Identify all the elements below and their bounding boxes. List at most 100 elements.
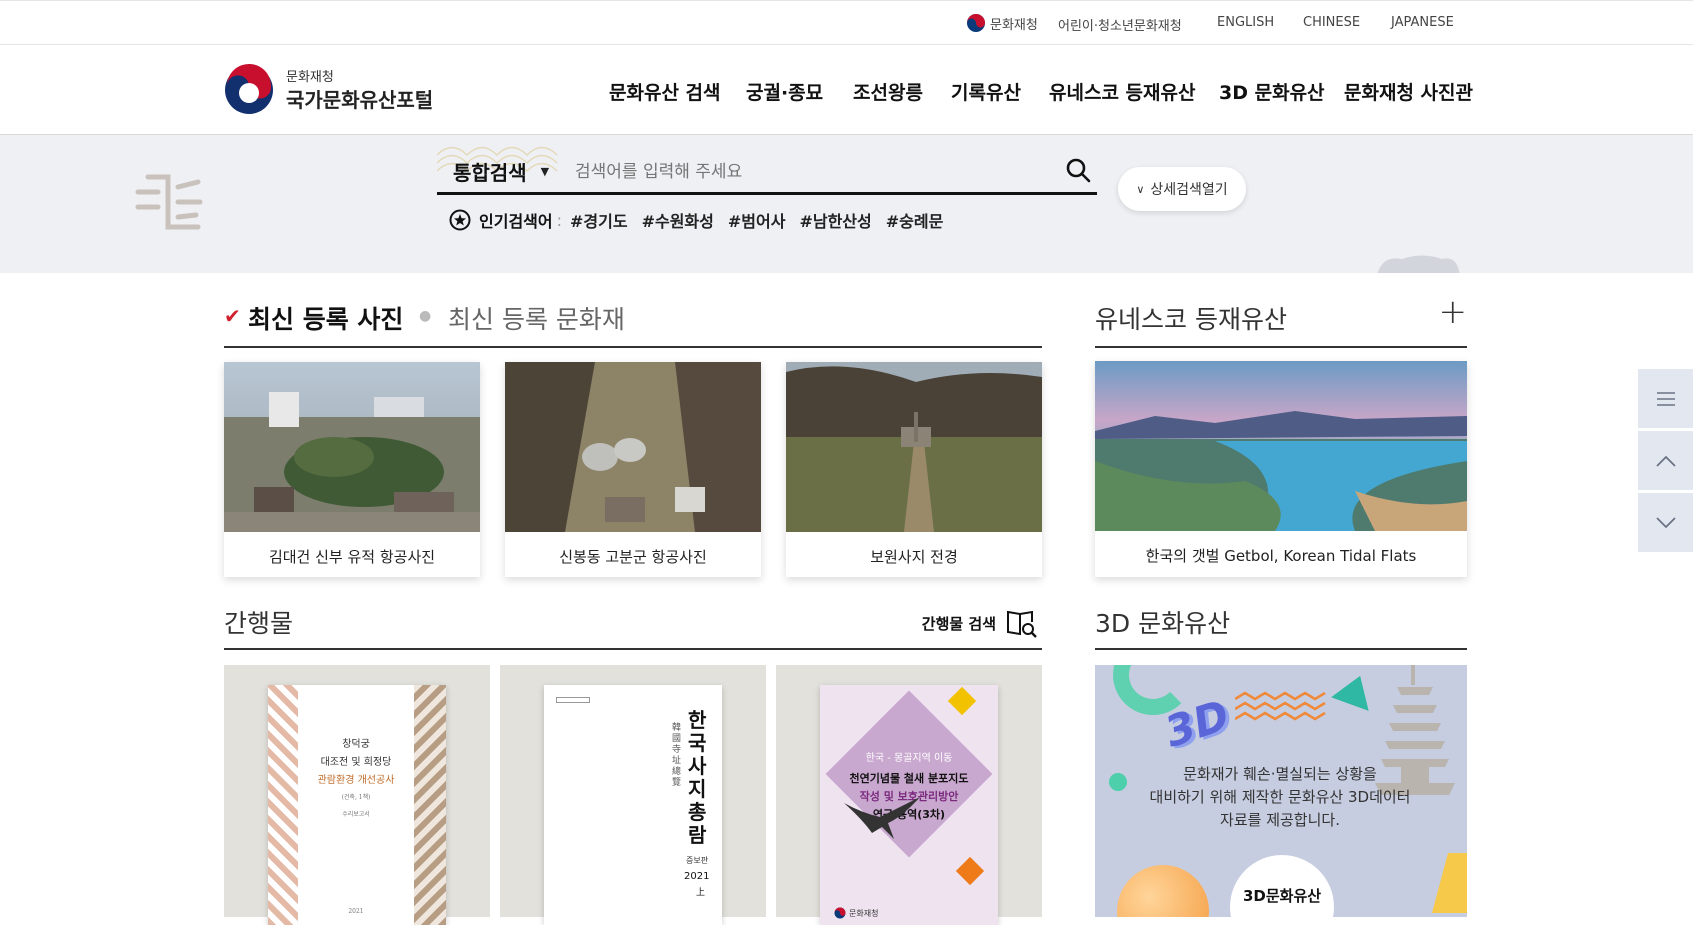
cover-title-line: 관람환경 개선공사 (317, 775, 395, 786)
cover-title-line: 대조전 및 희정당 (320, 757, 392, 768)
detail-search-label: 상세검색열기 (1150, 182, 1228, 198)
cover-title: 한국사지총람 (688, 708, 707, 847)
utility-bar: 문화재청 어린이·청소년문화재청 ENGLISH CHINESE JAPANES… (0, 0, 1693, 45)
cover-title-line: 창덕궁 (342, 739, 370, 750)
photo-temple-site (786, 362, 1042, 532)
deco-pattern-left (135, 174, 203, 230)
publications-title: 간행물 (224, 609, 294, 638)
scroll-bottom-button[interactable] (1638, 493, 1693, 553)
popular-tag[interactable]: #수원화성 (642, 208, 714, 232)
latest-tabs: ✔ 최신 등록 사진 ● 최신 등록 문화재 (224, 300, 1042, 348)
photo-card[interactable]: 신봉동 고분군 항공사진 (505, 362, 761, 577)
tab-latest-heritage[interactable]: 최신 등록 문화재 (448, 300, 625, 336)
unesco-card[interactable]: 한국의 갯벌 Getbol, Korean Tidal Flats (1095, 361, 1467, 577)
quick-menu (1638, 369, 1693, 555)
cover-year: 2021 (348, 908, 364, 915)
threed-title: 3D 문화유산 (1095, 609, 1231, 638)
popular-tag[interactable]: #남한산성 (799, 208, 871, 232)
agency-label: 문화재청 (990, 17, 1038, 33)
nav-photo-gallery[interactable]: 문화재청 사진관 (1344, 78, 1473, 105)
popular-tag[interactable]: #경기도 (570, 208, 628, 232)
agency-link[interactable]: 문화재청 (966, 13, 1038, 33)
unesco-more-button[interactable]: + (1439, 292, 1468, 332)
nav-unesco[interactable]: 유네스코 등재유산 (1049, 78, 1195, 105)
publications-search-button[interactable]: 간행물 검색 (922, 608, 1038, 638)
search-scope-select[interactable]: 통합검색 ▼ (453, 157, 549, 186)
publications-header: 간행물 간행물 검색 (224, 604, 1042, 650)
quick-menu-button[interactable] (1638, 369, 1693, 429)
search-section: 통합검색 ▼ ∨ 상세검색열기 인기검색어 : #경기도 #수원화성 #범어사 … (0, 135, 1693, 273)
photo-caption: 보원사지 전경 (870, 548, 958, 566)
chevron-down-icon (1655, 516, 1676, 528)
search-scope-label: 통합검색 (453, 161, 527, 185)
site-logo[interactable]: 문화재청 국가문화유산포털 (222, 60, 452, 120)
photo-aerial-village (224, 362, 480, 532)
search-icon[interactable] (1065, 157, 1091, 183)
book-cover: 창덕궁 대조전 및 희정당 관람환경 개선공사 (건축, 1책) 수리보고서 2… (268, 685, 446, 925)
chevron-down-icon: ∨ (1136, 182, 1145, 196)
cover-orange-diamond (955, 856, 985, 886)
cover-hanja: 韓國寺址總覽 (672, 723, 682, 788)
photo-card[interactable]: 김대건 신부 유적 항공사진 (224, 362, 480, 577)
publication-card[interactable]: 한국 - 몽골지역 이동 천연기념물 철새 분포지도 작성 및 보호관리방안 연… (776, 665, 1042, 925)
taegeuk-icon (834, 907, 846, 919)
cover-publisher: 문화재청 (834, 907, 878, 919)
check-icon: ✔ (224, 304, 241, 328)
photo-caption: 신봉동 고분군 항공사진 (559, 548, 707, 566)
popular-keywords: 인기검색어 : #경기도 #수원화성 #범어사 #남한산성 #숭례문 (449, 208, 957, 232)
caret-down-icon: ▼ (540, 165, 550, 178)
popular-tag[interactable]: #숭례문 (886, 208, 944, 232)
nav-3d-heritage[interactable]: 3D 문화유산 (1219, 78, 1325, 105)
unesco-title: 유네스코 등재유산 (1095, 305, 1287, 334)
search-bar: 통합검색 ▼ (437, 147, 1097, 195)
photo-aerial-tombs (505, 362, 761, 532)
deco-zigzag (1235, 691, 1326, 721)
eagle-silhouette (844, 797, 920, 839)
threed-description: 문화재가 훼손·멸실되는 상황을 대비하기 위해 제작한 문화유산 3D데이터 … (1115, 763, 1445, 832)
lang-english-link[interactable]: ENGLISH (1217, 15, 1274, 30)
threed-desc-line: 문화재가 훼손·멸실되는 상황을 (1183, 765, 1377, 783)
photo-card[interactable]: 보원사지 전경 (786, 362, 1042, 577)
nav-heritage-search[interactable]: 문화유산 검색 (609, 78, 721, 105)
cover-yellow-diamond (947, 686, 977, 716)
popular-colon: : (556, 210, 562, 230)
cover-title-line: 천연기념물 철새 분포지도 (849, 772, 969, 785)
publications-search-label: 간행물 검색 (921, 614, 996, 633)
tab-separator-dot: ● (419, 308, 432, 324)
publication-card[interactable]: 한국사지총람 韓國寺址總覽 증보판 2021 上 (500, 665, 766, 925)
nav-palaces[interactable]: 궁궐·종묘 (746, 78, 823, 105)
popular-tag[interactable]: #범어사 (728, 208, 786, 232)
cover-edition: 증보판 (686, 856, 709, 865)
tab-latest-photos[interactable]: 최신 등록 사진 (248, 300, 403, 336)
detail-search-button[interactable]: ∨ 상세검색열기 (1118, 167, 1246, 211)
nav-royal-tombs[interactable]: 조선왕릉 (853, 78, 923, 105)
star-circle-icon (449, 209, 471, 231)
taegeuk-icon (967, 14, 985, 32)
cover-logo-mark (556, 697, 590, 703)
book-search-icon (1007, 610, 1037, 638)
logo-title: 국가문화유산포털 (286, 88, 434, 112)
cover-sub: (건축, 1책) (341, 794, 371, 801)
threed-button-label: 3D문화유산 (1242, 887, 1322, 905)
cover-pattern-left (268, 685, 298, 925)
threed-desc-line: 대비하기 위해 제작한 문화유산 3D데이터 (1149, 788, 1411, 806)
kids-link[interactable]: 어린이·청소년문화재청 (1058, 15, 1182, 34)
menu-icon (1656, 391, 1675, 406)
threed-header: 3D 문화유산 (1095, 604, 1467, 650)
threed-button[interactable]: 3D문화유산 (1230, 855, 1334, 917)
lang-chinese-link[interactable]: CHINESE (1303, 15, 1360, 30)
scroll-top-button[interactable] (1638, 431, 1693, 491)
search-input[interactable] (575, 159, 1015, 185)
publication-card[interactable]: 창덕궁 대조전 및 희정당 관람환경 개선공사 (건축, 1책) 수리보고서 2… (224, 665, 490, 925)
chevron-up-icon (1655, 455, 1676, 467)
cover-volume: 上 (696, 888, 706, 898)
photo-caption: 김대건 신부 유적 항공사진 (268, 548, 436, 566)
cover-footer: 수리보고서 (342, 811, 370, 818)
nav-documentary-heritage[interactable]: 기록유산 (951, 78, 1021, 105)
cover-text: 창덕궁 대조전 및 희정당 관람환경 개선공사 (건축, 1책) 수리보고서 2… (298, 735, 414, 915)
lang-japanese-link[interactable]: JAPANESE (1391, 15, 1454, 30)
threed-banner[interactable]: 3D 문화재가 훼손·멸실되는 상황을 대비하기 위해 제작한 문화유산 3D데… (1095, 665, 1467, 917)
book-cover: 한국 - 몽골지역 이동 천연기념물 철새 분포지도 작성 및 보호관리방안 연… (820, 685, 998, 925)
deco-animal-figure (1377, 255, 1460, 273)
photo-tidal-flats (1095, 361, 1467, 531)
